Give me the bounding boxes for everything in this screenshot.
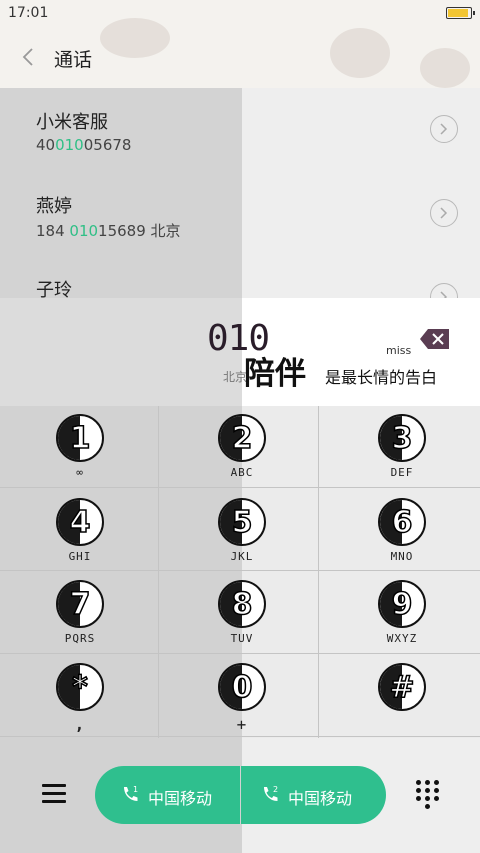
bottom-action-bar: 1 中国移动 2 中国移动	[0, 738, 480, 853]
search-results-list: 小米客服 4001005678 燕婷 184 01015689 北京 子玲	[0, 88, 480, 298]
contact-name: 小米客服	[36, 112, 108, 133]
key-8[interactable]: 8 TUV	[162, 572, 322, 655]
contact-name: 子玲	[36, 280, 72, 298]
key-hash[interactable]: #	[322, 655, 480, 738]
contact-result-row[interactable]: 小米客服 4001005678	[0, 88, 480, 172]
key-star[interactable]: * ,	[0, 655, 160, 738]
contact-number: 4001005678	[36, 136, 132, 154]
svg-text:2: 2	[273, 785, 278, 794]
back-icon[interactable]	[18, 46, 40, 68]
contact-name: 燕婷	[36, 196, 72, 217]
key-3[interactable]: 3 DEF	[322, 406, 480, 489]
call-sim2-button[interactable]: 2 中国移动	[241, 766, 386, 824]
decor-phrase: 陪伴	[244, 356, 306, 392]
key-0[interactable]: 0 +	[162, 655, 322, 738]
contact-number: 184 01015689 北京	[36, 222, 181, 240]
phone-sim2-icon: 2	[264, 785, 278, 801]
contact-detail-button[interactable]	[430, 115, 458, 143]
chevron-right-icon	[440, 207, 448, 219]
sim1-carrier-label: 中国移动	[148, 789, 213, 808]
key-4[interactable]: 4 GHI	[0, 490, 160, 573]
status-time: 17:01	[8, 5, 49, 21]
chevron-right-icon	[440, 291, 448, 298]
key-1[interactable]: 1 ∞	[0, 406, 160, 489]
key-5[interactable]: 5 JKL	[162, 490, 322, 573]
page-title: 通话	[54, 49, 93, 71]
svg-text:1: 1	[133, 785, 138, 794]
voicemail-icon: ∞	[76, 466, 84, 479]
key-6[interactable]: 6 MNO	[322, 490, 480, 573]
contact-detail-button[interactable]	[430, 283, 458, 298]
keypad-toggle-icon[interactable]	[416, 780, 440, 809]
sim2-carrier-label: 中国移动	[288, 789, 353, 808]
menu-icon[interactable]	[42, 784, 66, 804]
contact-location: 北京	[150, 222, 181, 240]
dial-keypad: 1 ∞ 2 ABC 3 DEF 4 GHI 5 JKL 6 MNO 7 PQRS…	[0, 406, 480, 738]
contact-result-row[interactable]: 燕婷 184 01015689 北京	[0, 172, 480, 256]
battery-icon	[446, 7, 475, 19]
header: 通话	[0, 18, 480, 88]
status-bar: 17:01	[0, 0, 480, 28]
contact-result-row[interactable]: 子玲	[0, 256, 480, 298]
key-7[interactable]: 7 PQRS	[0, 572, 160, 655]
call-sim1-button[interactable]: 1 中国移动	[95, 766, 240, 824]
key-2[interactable]: 2 ABC	[162, 406, 322, 489]
key-9[interactable]: 9 WXYZ	[322, 572, 480, 655]
contact-detail-button[interactable]	[430, 199, 458, 227]
decor-phrase-rest: 是最长情的告白	[325, 368, 438, 387]
decor-miss-text: miss	[386, 344, 412, 357]
dial-display: 010 北京 miss 陪伴 是最长情的告白	[0, 298, 480, 406]
backspace-icon[interactable]	[419, 328, 451, 350]
phone-sim1-icon: 1	[124, 785, 138, 801]
chevron-right-icon	[440, 123, 448, 135]
